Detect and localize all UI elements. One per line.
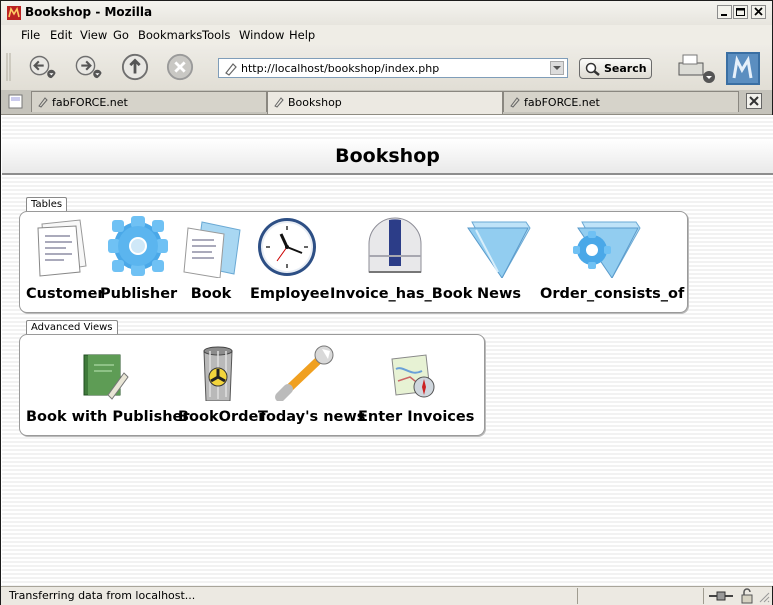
advanced-views-group: Book with Publisher BookOrder Today's ne… bbox=[19, 334, 485, 436]
menu-view[interactable]: View bbox=[80, 28, 107, 42]
url-input[interactable] bbox=[241, 60, 541, 76]
title-bar: Bookshop - Mozilla bbox=[1, 1, 772, 26]
page-title: Bookshop bbox=[335, 145, 440, 167]
forward-button[interactable] bbox=[75, 53, 103, 81]
page-header: Bookshop bbox=[2, 139, 773, 175]
gear-icon bbox=[108, 216, 168, 276]
navigation-toolbar: Search bbox=[1, 45, 772, 91]
magnifier-icon bbox=[585, 62, 600, 76]
menu-tools[interactable]: Tools bbox=[202, 28, 230, 42]
documents-icon bbox=[183, 221, 241, 278]
table-book[interactable]: Book bbox=[178, 216, 244, 308]
dropdown-icon[interactable] bbox=[550, 61, 564, 75]
item-label: Book bbox=[190, 286, 232, 302]
search-button[interactable]: Search bbox=[579, 58, 652, 79]
search-button-label: Search bbox=[604, 62, 647, 75]
item-label: Publisher bbox=[100, 286, 178, 302]
new-tab-icon[interactable] bbox=[7, 93, 25, 110]
table-customer[interactable]: Customer bbox=[26, 216, 105, 308]
table-publisher[interactable]: Publisher bbox=[100, 216, 178, 308]
address-bar[interactable] bbox=[218, 58, 568, 78]
close-icon bbox=[754, 7, 763, 16]
status-divider bbox=[703, 588, 704, 604]
clock-icon bbox=[258, 218, 316, 276]
tab-bookshop[interactable]: Bookshop bbox=[267, 91, 503, 114]
print-button[interactable] bbox=[673, 51, 719, 85]
item-label: Enter Invoices bbox=[358, 409, 475, 425]
item-label: Customer bbox=[26, 286, 105, 302]
item-label: Today's news bbox=[258, 409, 366, 425]
tab-label: Bookshop bbox=[288, 96, 342, 109]
reload-button[interactable] bbox=[121, 53, 149, 81]
document-icon bbox=[37, 219, 87, 277]
wrench-icon bbox=[275, 345, 334, 401]
map-compass-icon bbox=[391, 354, 435, 398]
maximize-icon bbox=[736, 8, 745, 16]
menu-file[interactable]: File bbox=[21, 28, 40, 42]
tab-fabforce-2[interactable]: fabFORCE.net bbox=[503, 91, 739, 112]
close-tab-button[interactable] bbox=[746, 93, 762, 109]
item-label: BookOrder bbox=[178, 409, 266, 425]
menu-edit[interactable]: Edit bbox=[50, 28, 72, 42]
tables-group-label: Tables bbox=[26, 197, 68, 212]
minimize-icon bbox=[721, 14, 727, 16]
view-bookorder[interactable]: BookOrder bbox=[178, 339, 266, 431]
item-label: Order_consists_of bbox=[540, 286, 685, 302]
maximize-button[interactable] bbox=[733, 5, 748, 19]
tab-label: fabFORCE.net bbox=[52, 96, 128, 109]
trash-can-icon bbox=[203, 346, 233, 401]
book-pen-icon bbox=[83, 354, 129, 400]
mozilla-throbber-icon bbox=[726, 52, 760, 85]
close-button[interactable] bbox=[751, 5, 766, 19]
security-lock-icon[interactable] bbox=[739, 588, 755, 604]
window-title: Bookshop - Mozilla bbox=[25, 5, 153, 19]
folder-icon bbox=[467, 221, 531, 278]
menu-bar: File Edit View Go Bookmarks Tools Window… bbox=[1, 25, 772, 45]
resize-grip-icon[interactable] bbox=[758, 591, 770, 603]
table-order-consists-of[interactable]: Order_consists_of bbox=[540, 216, 685, 308]
tab-label: fabFORCE.net bbox=[524, 96, 600, 109]
toolbar-grip-icon bbox=[6, 53, 11, 81]
page-icon bbox=[38, 97, 48, 108]
page-icon bbox=[225, 63, 237, 76]
stop-button[interactable] bbox=[166, 53, 194, 81]
item-label: Invoice_has_Book bbox=[330, 286, 473, 302]
item-label: Employee bbox=[250, 286, 330, 302]
back-button[interactable] bbox=[29, 53, 57, 81]
online-status-icon[interactable] bbox=[707, 589, 735, 603]
page-icon bbox=[510, 97, 520, 108]
item-label: News bbox=[477, 286, 521, 302]
table-news[interactable]: News bbox=[460, 216, 538, 308]
view-enter-invoices[interactable]: Enter Invoices bbox=[358, 339, 475, 431]
item-label: Book with Publisher bbox=[26, 409, 190, 425]
tab-fabforce-1[interactable]: fabFORCE.net bbox=[31, 91, 267, 112]
observatory-icon bbox=[368, 217, 422, 273]
page-icon bbox=[274, 97, 284, 108]
table-invoice-has-book[interactable]: Invoice_has_Book bbox=[330, 216, 473, 308]
menu-go[interactable]: Go bbox=[113, 28, 129, 42]
minimize-button[interactable] bbox=[717, 5, 732, 19]
views-group-label: Advanced Views bbox=[26, 320, 118, 335]
menu-help[interactable]: Help bbox=[289, 28, 315, 42]
view-book-with-publisher[interactable]: Book with Publisher bbox=[26, 339, 190, 431]
page-content: Bookshop Tables Customer Publisher Book … bbox=[2, 115, 773, 586]
tab-bar: fabFORCE.net Bookshop fabFORCE.net bbox=[1, 90, 772, 115]
view-todays-news[interactable]: Today's news bbox=[258, 339, 366, 431]
mozilla-icon bbox=[7, 6, 21, 20]
table-employee[interactable]: Employee bbox=[250, 216, 330, 308]
menu-bookmarks[interactable]: Bookmarks bbox=[138, 28, 202, 42]
status-divider bbox=[577, 588, 578, 604]
folder-gear-icon bbox=[573, 221, 641, 278]
browser-window: Bookshop - Mozilla File Edit View Go Boo… bbox=[0, 0, 773, 605]
tables-group: Customer Publisher Book Employee Invoice… bbox=[19, 211, 688, 313]
status-bar: Transferring data from localhost... bbox=[1, 586, 772, 605]
menu-window[interactable]: Window bbox=[239, 28, 284, 42]
status-text: Transferring data from localhost... bbox=[9, 589, 196, 602]
